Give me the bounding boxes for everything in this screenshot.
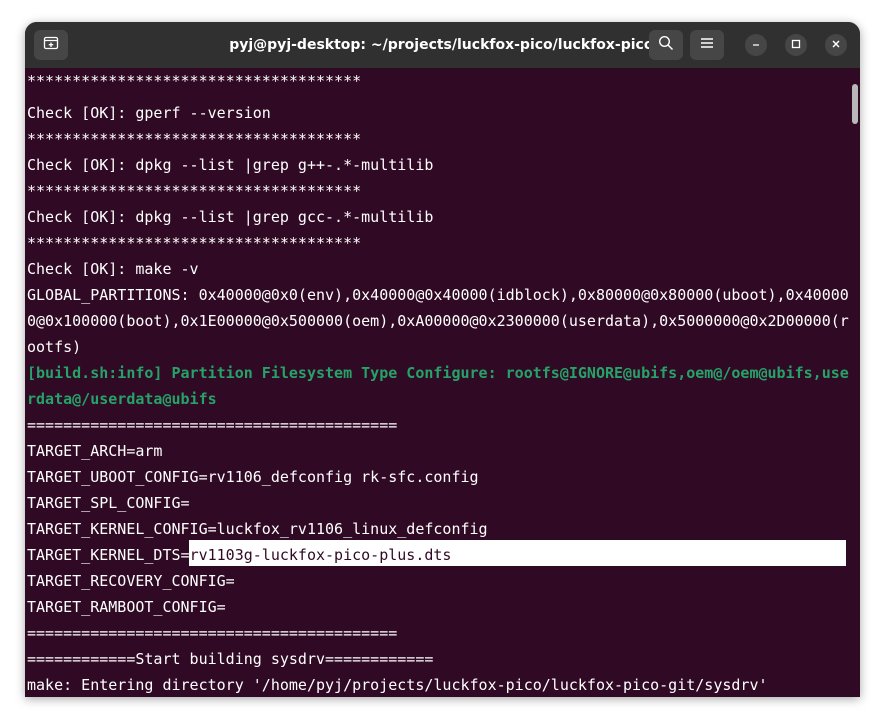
terminal-window: pyj@pyj-desktop: ~/projects/luckfox-pico… — [25, 22, 860, 697]
new-tab-button[interactable] — [34, 30, 68, 60]
menu-button[interactable] — [690, 30, 724, 60]
terminal-line: ============Start building sysdrv=======… — [27, 650, 434, 668]
terminal-line: Check [OK]: gperf --version — [27, 104, 271, 122]
terminal-line: ========================================… — [27, 416, 398, 434]
terminal-line: 0@0x100000(boot),0x1E00000@0x500000(oem)… — [27, 312, 849, 330]
close-icon — [831, 36, 841, 54]
scrollbar-thumb[interactable] — [852, 84, 858, 124]
terminal-line: Check [OK]: dpkg --list |grep gcc-.*-mul… — [27, 208, 434, 226]
terminal-line: GLOBAL_PARTITIONS: 0x40000@0x0(env),0x40… — [27, 286, 849, 304]
terminal-line: TARGET_ARCH=arm — [27, 442, 163, 460]
terminal-line: Check [OK]: make -v — [27, 260, 199, 278]
hamburger-menu-icon — [700, 36, 714, 54]
terminal-line: TARGET_SPL_CONFIG= — [27, 494, 190, 512]
terminal-line: ************************************* — [27, 234, 362, 252]
maximize-icon — [791, 36, 801, 54]
terminal-line: TARGET_RECOVERY_CONFIG= — [27, 572, 235, 590]
terminal-line: ========================================… — [27, 624, 398, 642]
terminal-line: ************************************* — [27, 130, 362, 148]
title-bar[interactable]: pyj@pyj-desktop: ~/projects/luckfox-pico… — [25, 22, 860, 68]
build-info-line: [build.sh:info] Partition Filesystem Typ… — [27, 364, 849, 382]
build-info-line: rdata@/userdata@ubifs — [27, 390, 217, 408]
terminal-line: ************************************* — [27, 182, 362, 200]
terminal-line: TARGET_KERNEL_DTS=rv1103g-luckfox-pico-p… — [27, 542, 452, 568]
terminal-line: Check [OK]: dpkg --list |grep g++-.*-mul… — [27, 156, 434, 174]
terminal-output[interactable]: ************************************* Ch… — [25, 68, 860, 697]
selected-text[interactable]: rv1103g-luckfox-pico-plus.dts — [189, 546, 452, 564]
search-icon — [658, 35, 674, 56]
minimize-icon — [751, 36, 761, 54]
terminal-line: TARGET_UBOOT_CONFIG=rv1106_defconfig rk-… — [27, 468, 479, 486]
terminal-line: ootfs) — [27, 338, 82, 356]
terminal-line: TARGET_RAMBOOT_CONFIG= — [27, 598, 226, 616]
close-button[interactable] — [825, 34, 847, 56]
new-tab-icon — [43, 35, 59, 56]
terminal-line: TARGET_KERNEL_CONFIG=luckfox_rv1106_linu… — [27, 520, 488, 538]
maximize-button[interactable] — [785, 34, 807, 56]
terminal-line: make: Entering directory '/home/pyj/proj… — [27, 676, 768, 694]
terminal-line: ************************************* — [27, 72, 362, 90]
minimize-button[interactable] — [745, 34, 767, 56]
search-button[interactable] — [649, 30, 683, 60]
terminal-line-prefix: TARGET_KERNEL_DTS= — [27, 546, 190, 564]
